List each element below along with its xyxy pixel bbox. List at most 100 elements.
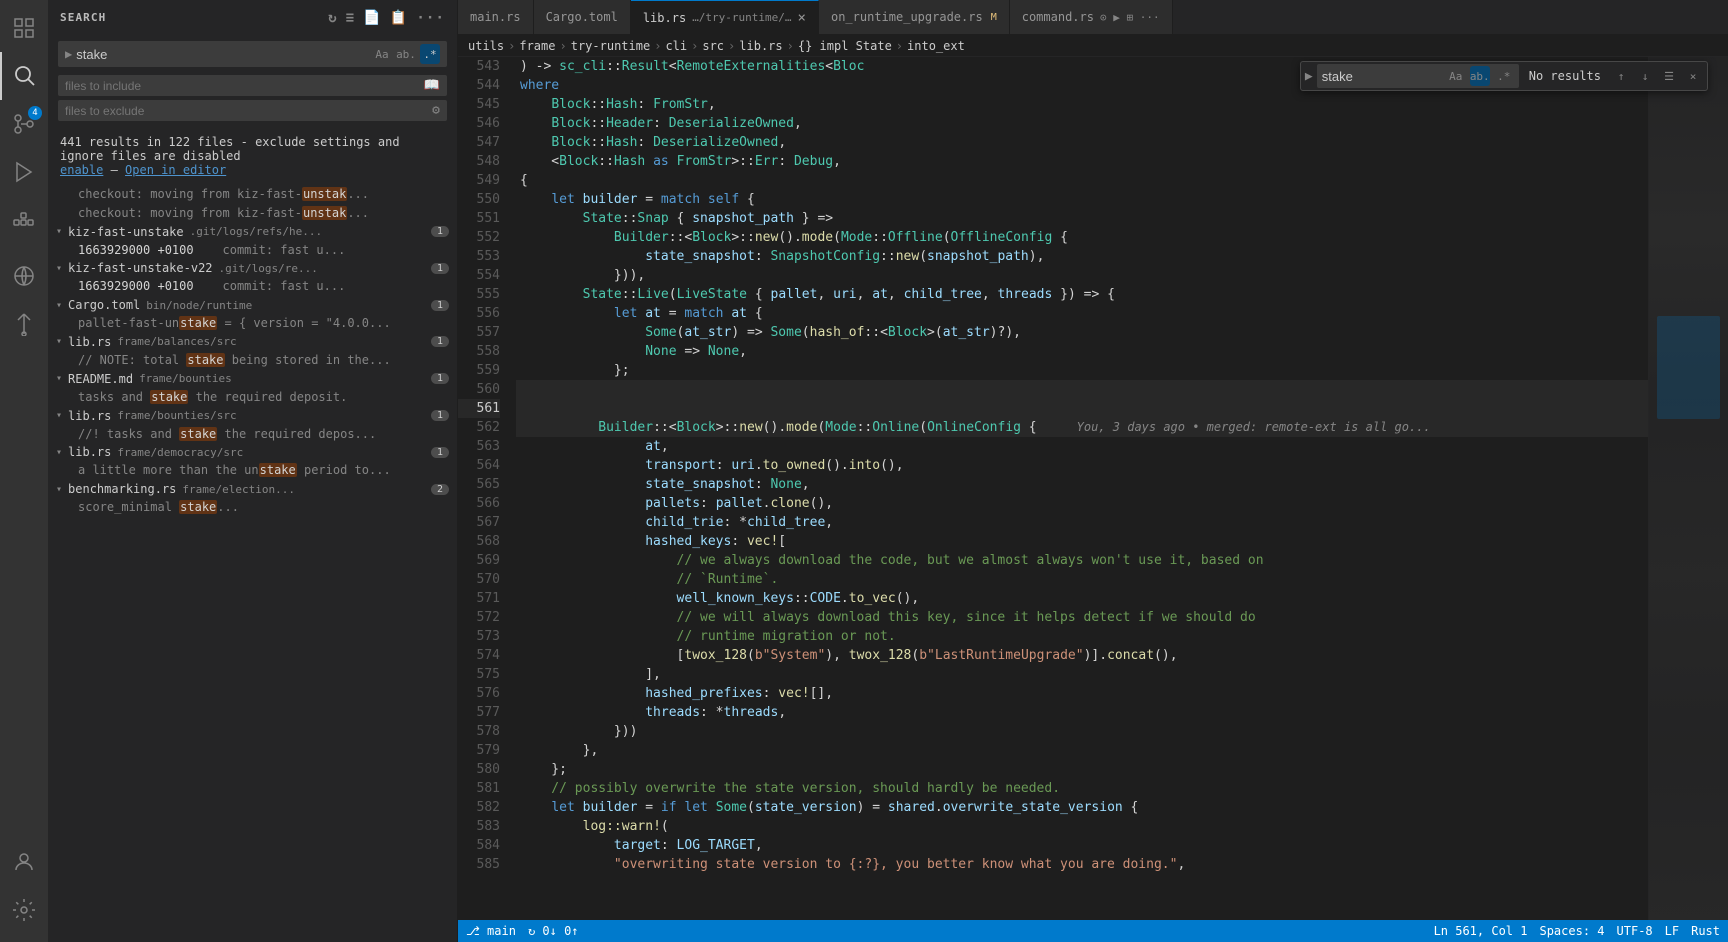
- list-item[interactable]: // NOTE: total stake being stored in the…: [48, 351, 457, 370]
- result-file-header[interactable]: ▾ benchmarking.rs frame/election... 2: [48, 480, 457, 498]
- activity-item-settings[interactable]: [0, 886, 48, 934]
- next-match-icon[interactable]: ↓: [1635, 66, 1655, 86]
- breadcrumb-item[interactable]: cli: [665, 39, 687, 53]
- search-input-row: ▶ Aa ab. .*: [58, 41, 447, 67]
- code-line: // runtime migration or not.: [516, 627, 1648, 646]
- settings-icon[interactable]: ⚙: [432, 103, 440, 118]
- chevron-icon: ▾: [56, 373, 62, 384]
- activity-item-source-control[interactable]: 4: [0, 100, 48, 148]
- tab-cargo-toml[interactable]: Cargo.toml: [534, 0, 631, 34]
- code-line: Some(at_str) => Some(hash_of::<Block>(at…: [516, 323, 1648, 342]
- editor-search-input[interactable]: [1322, 69, 1442, 84]
- files-exclude-input[interactable]: [65, 104, 432, 118]
- status-line-col[interactable]: Ln 561, Col 1: [1434, 924, 1528, 938]
- result-filename: benchmarking.rs: [68, 482, 176, 496]
- toggle-lines-icon[interactable]: ☰: [1659, 66, 1679, 86]
- status-language[interactable]: Rust: [1691, 924, 1720, 938]
- regex-icon[interactable]: .*: [1494, 66, 1514, 86]
- result-file-header[interactable]: ▾ lib.rs frame/bounties/src 1: [48, 407, 457, 425]
- enable-link[interactable]: enable: [60, 163, 103, 177]
- status-encoding[interactable]: UTF-8: [1617, 924, 1653, 938]
- tab-command-rs[interactable]: command.rs ⊙ ▶ ⊞ ···: [1010, 0, 1173, 34]
- search-widget-expand[interactable]: ▶: [1305, 69, 1313, 84]
- activity-item-search[interactable]: [0, 52, 48, 100]
- activity-item-explorer[interactable]: [0, 4, 48, 52]
- tab-main-rs[interactable]: main.rs: [458, 0, 534, 34]
- code-line: "overwriting state version to {:?}, you …: [516, 855, 1648, 874]
- match-case-btn[interactable]: Aa: [372, 44, 392, 64]
- code-line: })): [516, 722, 1648, 741]
- open-in-editor-link[interactable]: Open in editor: [125, 163, 226, 177]
- result-filepath: frame/democracy/src: [117, 446, 425, 459]
- code-line: let builder = if let Some(state_version)…: [516, 798, 1648, 817]
- chevron-icon: ▾: [56, 226, 62, 237]
- list-item[interactable]: //! tasks and stake the required depos..…: [48, 425, 457, 444]
- code-line: // `Runtime`.: [516, 570, 1648, 589]
- result-file-header[interactable]: ▾ kiz-fast-unstake .git/logs/refs/he... …: [48, 223, 457, 241]
- status-sync[interactable]: ↻ 0↓ 0↑: [528, 924, 579, 938]
- breadcrumb-item[interactable]: utils: [468, 39, 504, 53]
- breadcrumb-sep: ›: [787, 39, 794, 53]
- use-regex-btn[interactable]: .*: [420, 44, 440, 64]
- list-item[interactable]: tasks and stake the required deposit.: [48, 388, 457, 407]
- breadcrumb-item[interactable]: into_ext: [907, 39, 965, 53]
- status-bar: ⎇ main ↻ 0↓ 0↑ Ln 561, Col 1 Spaces: 4 U…: [458, 920, 1728, 942]
- book-icon[interactable]: 📖: [424, 78, 440, 93]
- code-line: state_snapshot: SnapshotConfig::new(snap…: [516, 247, 1648, 266]
- tab-lib-rs[interactable]: lib.rs …/try-runtime/… ×: [631, 0, 819, 34]
- list-item[interactable]: 1663929000 +0100 commit: fast u...: [48, 241, 457, 260]
- minimap: [1648, 57, 1728, 920]
- open-in-editor-icon[interactable]: 📋: [390, 10, 409, 26]
- search-expand-icon[interactable]: ▶: [65, 47, 72, 61]
- result-file-header[interactable]: ▾ lib.rs frame/balances/src 1: [48, 333, 457, 351]
- list-item[interactable]: a little more than the unstake period to…: [48, 461, 457, 480]
- match-word-icon[interactable]: ab.: [1470, 66, 1490, 86]
- result-file-header[interactable]: ▾ lib.rs frame/democracy/src 1: [48, 443, 457, 461]
- collapse-all-icon[interactable]: ≡: [346, 10, 356, 26]
- list-item[interactable]: checkout: moving from kiz-fast-unstak...: [48, 204, 457, 223]
- result-file-header[interactable]: ▾ kiz-fast-unstake-v22 .git/logs/re... 1: [48, 259, 457, 277]
- close-widget-icon[interactable]: ×: [1683, 66, 1703, 86]
- code-line: // we will always download this key, sin…: [516, 608, 1648, 627]
- result-count: 1: [431, 373, 449, 384]
- result-count: 1: [431, 447, 449, 458]
- result-count: 1: [431, 410, 449, 421]
- activity-item-account[interactable]: [0, 838, 48, 886]
- files-include-input[interactable]: [65, 79, 424, 93]
- prev-match-icon[interactable]: ↑: [1611, 66, 1631, 86]
- breadcrumb-item[interactable]: frame: [519, 39, 555, 53]
- list-item[interactable]: checkout: moving from kiz-fast-unstak...: [48, 185, 457, 204]
- result-filename: kiz-fast-unstake: [68, 225, 184, 239]
- breadcrumb-sep: ›: [654, 39, 661, 53]
- tab-modified-indicator: M: [991, 12, 997, 23]
- tab-close-icon[interactable]: ×: [798, 10, 806, 26]
- match-case-icon[interactable]: Aa: [1446, 66, 1466, 86]
- refresh-icon[interactable]: ↻: [328, 10, 338, 26]
- activity-item-tree[interactable]: [0, 300, 48, 348]
- result-file-header[interactable]: ▾ Cargo.toml bin/node/runtime 1: [48, 296, 457, 314]
- breadcrumb-item[interactable]: {} impl State: [798, 39, 892, 53]
- result-filepath: frame/balances/src: [117, 335, 425, 348]
- status-spaces[interactable]: Spaces: 4: [1539, 924, 1604, 938]
- tab-on-runtime-upgrade[interactable]: on_runtime_upgrade.rs M: [819, 0, 1010, 34]
- breadcrumb-sep: ›: [896, 39, 903, 53]
- status-eol[interactable]: LF: [1665, 924, 1679, 938]
- activity-bar: 4: [0, 0, 48, 942]
- search-input[interactable]: [76, 47, 368, 62]
- more-icon[interactable]: ···: [416, 10, 445, 26]
- status-branch[interactable]: ⎇ main: [466, 924, 516, 938]
- list-item[interactable]: score_minimal stake...: [48, 498, 457, 517]
- code-area[interactable]: ) -> sc_cli::Result<RemoteExternalities<…: [508, 57, 1648, 920]
- breadcrumb-item[interactable]: try-runtime: [571, 39, 650, 53]
- list-item[interactable]: 1663929000 +0100 commit: fast u...: [48, 277, 457, 296]
- list-item[interactable]: pallet-fast-unstake = { version = "4.0.0…: [48, 314, 457, 333]
- breadcrumb-item[interactable]: lib.rs: [739, 39, 782, 53]
- activity-item-extensions[interactable]: [0, 196, 48, 244]
- result-filename: Cargo.toml: [68, 298, 140, 312]
- activity-item-remote[interactable]: [0, 252, 48, 300]
- match-word-btn[interactable]: ab.: [396, 44, 416, 64]
- new-search-icon[interactable]: 📄: [363, 10, 382, 26]
- result-file-header[interactable]: ▾ README.md frame/bounties 1: [48, 370, 457, 388]
- activity-item-run[interactable]: [0, 148, 48, 196]
- breadcrumb-item[interactable]: src: [702, 39, 724, 53]
